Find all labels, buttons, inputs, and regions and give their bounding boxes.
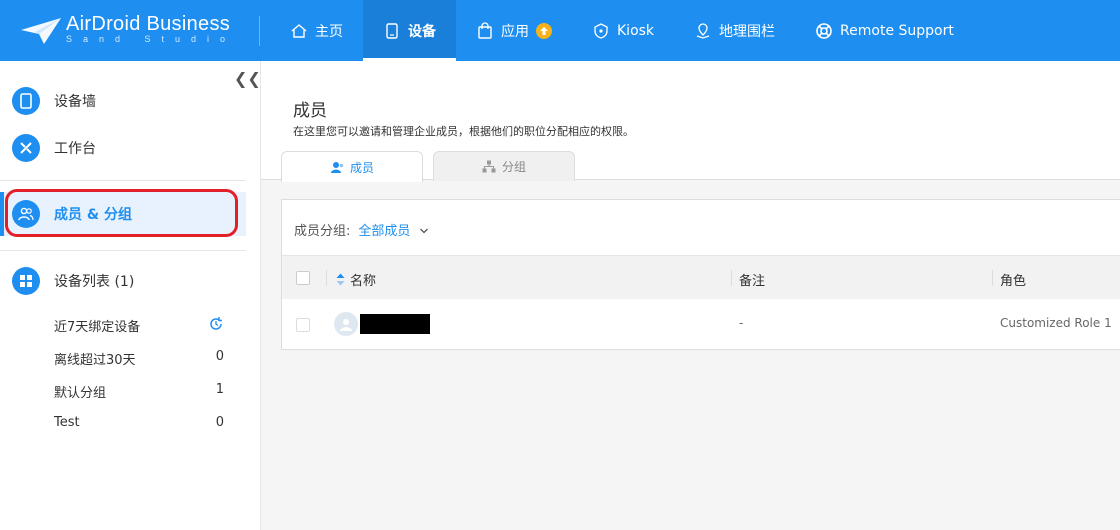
column-header-role: 角色 <box>1000 270 1026 289</box>
list-item-recent-bound[interactable]: 近7天绑定设备 <box>54 316 224 335</box>
main-nav: 主页 设备 应用 Kiosk 地理围栏 Remote Support <box>270 0 974 61</box>
logo-title: AirDroid Business <box>66 13 231 35</box>
members-panel: 成员分组: 全部成员 名称 备注 角色 - Customized Role 1 <box>281 199 1120 350</box>
column-header-note: 备注 <box>739 270 765 289</box>
map-pin-icon <box>696 22 710 39</box>
home-icon <box>291 23 307 38</box>
highlight-annotation <box>5 189 238 237</box>
divider <box>0 250 246 251</box>
sidebar-item-label: 设备列表 (1) <box>54 274 135 290</box>
row-checkbox[interactable] <box>296 318 310 332</box>
cell-note: - <box>739 316 744 330</box>
user-icon <box>330 161 344 173</box>
nav-home[interactable]: 主页 <box>270 0 363 61</box>
top-nav-bar: AirDroid Business Sand Studio 主页 设备 应用 K… <box>0 0 1120 61</box>
cell-role: Customized Role 1 <box>1000 316 1112 330</box>
nav-home-label: 主页 <box>315 23 343 40</box>
nav-kiosk-label: Kiosk <box>617 22 655 39</box>
filter-label: 成员分组: <box>294 224 351 239</box>
sub-item-count: 1 <box>215 382 224 397</box>
logo-text: AirDroid Business Sand Studio <box>66 13 236 44</box>
sidebar-item-label: 设备墙 <box>54 94 96 110</box>
column-label: 角色 <box>1000 274 1027 289</box>
sub-item-label: 默认分组 <box>54 386 107 401</box>
column-separator <box>326 270 327 286</box>
sidebar: ❮❮ 设备墙 工作台 成员 & 分组 设备列表 (1) 近7天绑定设备 离线超过… <box>0 61 261 530</box>
lifebuoy-icon <box>816 22 832 39</box>
tab-groups[interactable]: 分组 <box>433 151 575 181</box>
column-separator <box>731 270 732 286</box>
column-header-name[interactable]: 名称 <box>336 270 376 289</box>
bag-icon <box>478 21 492 39</box>
org-chart-icon <box>482 160 496 173</box>
column-label: 名称 <box>350 274 377 289</box>
upgrade-badge-icon <box>536 22 552 39</box>
tablet-icon <box>386 22 398 39</box>
grid-icon <box>12 267 40 295</box>
column-label: 备注 <box>739 274 766 289</box>
logo[interactable]: AirDroid Business Sand Studio <box>0 0 260 61</box>
redacted-name <box>360 314 430 334</box>
divider <box>259 16 260 46</box>
group-filter-dropdown[interactable]: 全部成员 <box>358 220 428 239</box>
list-item-test[interactable]: Test 0 <box>54 415 224 430</box>
active-indicator <box>0 192 4 236</box>
tab-label: 成员 <box>349 160 374 175</box>
avatar <box>334 312 358 336</box>
sub-item-count: 0 <box>215 349 224 364</box>
nav-apps-label: 应用 <box>501 23 529 40</box>
nav-devices[interactable]: 设备 <box>363 0 456 61</box>
lock-icon <box>594 22 608 39</box>
page-description: 在这里您可以邀请和管理企业成员，根据他们的职位分配相应的权限。 <box>293 125 634 138</box>
filter-value: 全部成员 <box>358 224 411 239</box>
tab-label: 分组 <box>501 160 526 174</box>
nav-remote-support[interactable]: Remote Support <box>795 0 974 61</box>
logo-subtitle: Sand Studio <box>66 34 237 44</box>
page-title: 成员 <box>293 101 327 121</box>
sidebar-item-device-list[interactable]: 设备列表 (1) <box>0 259 246 303</box>
chevron-down-icon <box>419 228 428 234</box>
user-avatar-icon <box>340 319 352 331</box>
table-row[interactable]: - Customized Role 1 <box>282 299 1120 349</box>
sidebar-item-label: 工作台 <box>54 141 96 157</box>
sub-item-label: Test <box>54 415 80 430</box>
refresh-icon[interactable] <box>208 316 224 332</box>
sort-icon <box>336 273 345 286</box>
tools-icon <box>12 134 40 162</box>
sub-item-count: 0 <box>215 415 224 430</box>
tablet-icon <box>12 87 40 115</box>
tab-members[interactable]: 成员 <box>281 151 423 182</box>
nav-remote-support-label: Remote Support <box>840 22 954 39</box>
sub-item-label: 近7天绑定设备 <box>54 320 141 335</box>
group-filter: 成员分组: 全部成员 <box>294 220 429 239</box>
list-item-offline-30[interactable]: 离线超过30天 0 <box>54 349 224 368</box>
sub-item-label: 离线超过30天 <box>54 353 136 368</box>
nav-kiosk[interactable]: Kiosk <box>572 0 674 61</box>
column-separator <box>992 270 993 286</box>
table-header: 名称 备注 角色 <box>282 255 1120 299</box>
paper-plane-logo-icon <box>21 17 61 44</box>
nav-apps[interactable]: 应用 <box>456 0 572 61</box>
page-header: 成员 在这里您可以邀请和管理企业成员，根据他们的职位分配相应的权限。 成员 分组 <box>261 61 1120 182</box>
select-all-checkbox[interactable] <box>296 271 310 285</box>
nav-geofence-label: 地理围栏 <box>719 23 776 40</box>
main-content: 成员 在这里您可以邀请和管理企业成员，根据他们的职位分配相应的权限。 成员 分组… <box>261 61 1120 530</box>
nav-geofence[interactable]: 地理围栏 <box>674 0 795 61</box>
sidebar-item-device-wall[interactable]: 设备墙 <box>0 79 246 123</box>
divider <box>0 180 246 181</box>
nav-devices-label: 设备 <box>408 23 436 40</box>
list-item-default-group[interactable]: 默认分组 1 <box>54 382 224 401</box>
sidebar-item-workbench[interactable]: 工作台 <box>0 126 246 170</box>
